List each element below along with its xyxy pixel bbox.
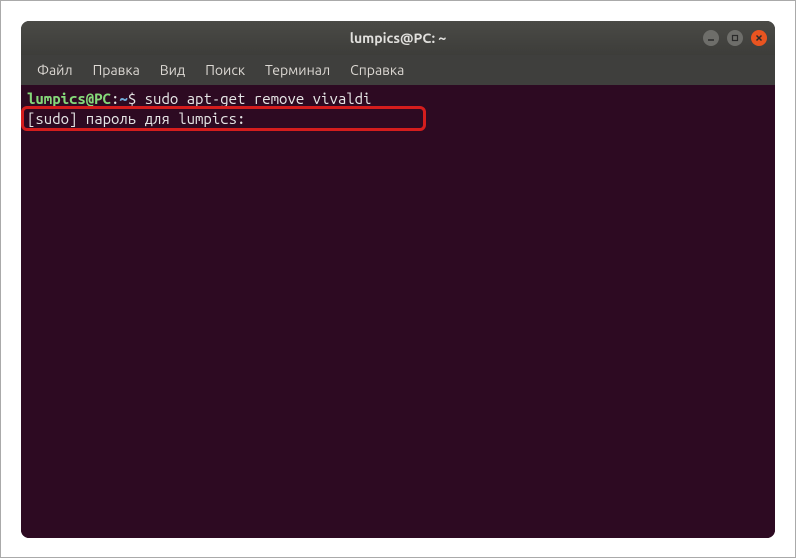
menu-edit[interactable]: Правка [85, 58, 148, 82]
maximize-icon[interactable] [727, 30, 743, 46]
sudo-password-prompt: [sudo] пароль для lumpics: [27, 109, 769, 129]
window-controls [703, 30, 767, 46]
minimize-icon[interactable] [703, 30, 719, 46]
menubar: Файл Правка Вид Поиск Терминал Справка [21, 55, 775, 85]
prompt-line: lumpics@PC:~$ sudo apt-get remove vivald… [27, 89, 769, 109]
menu-search[interactable]: Поиск [197, 58, 253, 82]
terminal-window: lumpics@PC: ~ Файл Правка Вид Поиск Терм… [21, 21, 775, 538]
menu-help[interactable]: Справка [342, 58, 412, 82]
menu-file[interactable]: Файл [29, 58, 81, 82]
prompt-user: lumpics@PC [27, 90, 111, 107]
close-icon[interactable] [751, 30, 767, 46]
menu-terminal[interactable]: Терминал [257, 58, 338, 82]
titlebar: lumpics@PC: ~ [21, 21, 775, 55]
prompt-path: ~ [119, 90, 127, 107]
terminal-area[interactable]: lumpics@PC:~$ sudo apt-get remove vivald… [21, 85, 775, 538]
menu-view[interactable]: Вид [152, 58, 193, 82]
prompt-symbol: $ [128, 90, 145, 107]
window-title: lumpics@PC: ~ [350, 30, 447, 46]
screenshot-frame: lumpics@PC: ~ Файл Правка Вид Поиск Терм… [0, 0, 796, 558]
command-text: sudo apt-get remove vivaldi [145, 90, 372, 107]
